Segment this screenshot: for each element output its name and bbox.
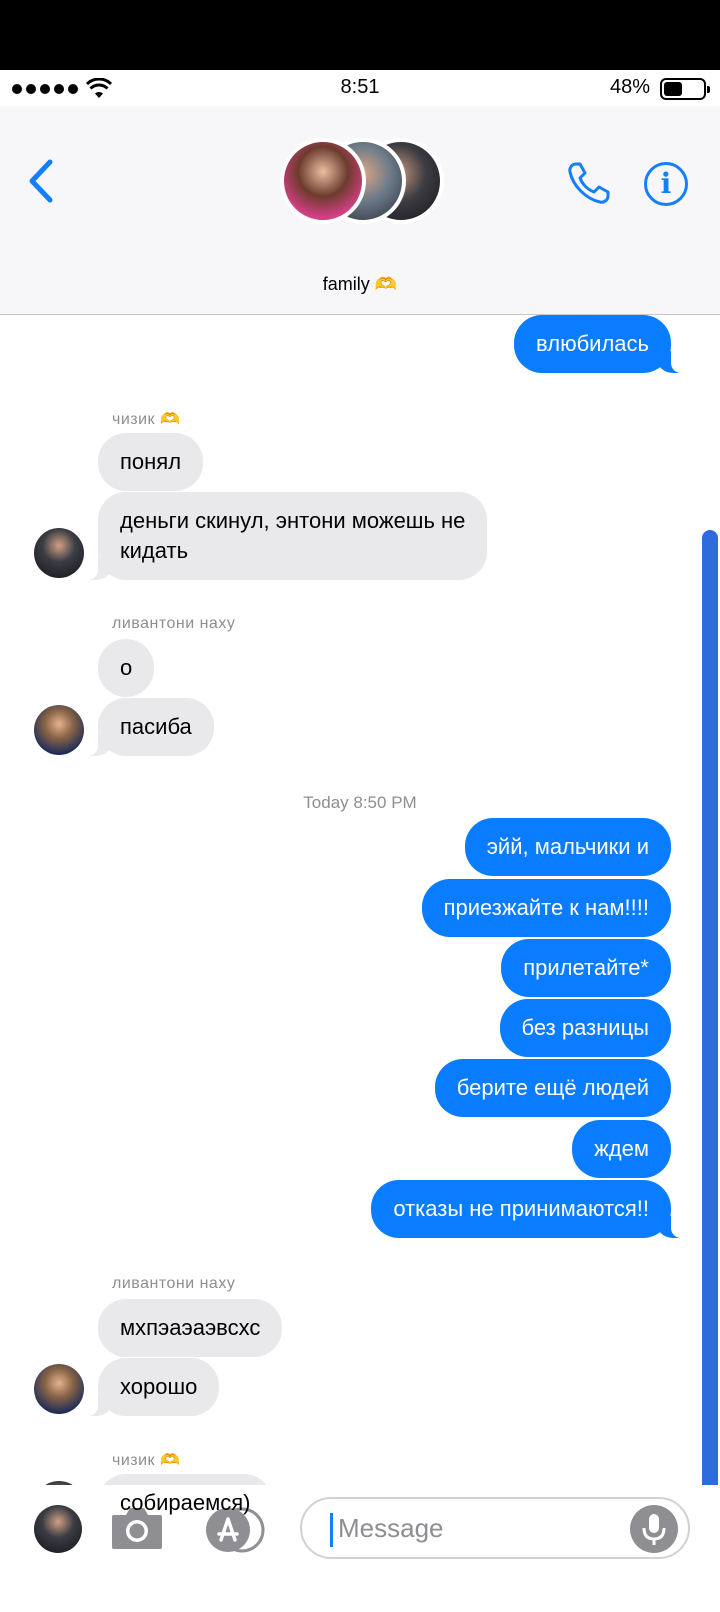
outgoing-message[interactable]: берите ещё людей: [434, 1059, 671, 1117]
outgoing-message[interactable]: без разницы: [499, 999, 671, 1057]
outgoing-message[interactable]: эйй, мальчики и: [464, 818, 671, 876]
messages-screen: 8:51 48% family 🫶 i влюбилась чизик 🫶 по…: [0, 70, 720, 1612]
member-avatar: [280, 138, 366, 224]
incoming-message[interactable]: понял: [98, 433, 204, 491]
timestamp: Today 8:50 PM: [303, 793, 417, 812]
back-chevron-icon[interactable]: [26, 158, 56, 204]
contact-avatar[interactable]: [34, 528, 84, 578]
sender-name: ливантони наху: [112, 615, 236, 632]
incoming-message[interactable]: мхпэаэаэвсхс: [98, 1299, 283, 1357]
incoming-message[interactable]: пасиба: [84, 698, 214, 756]
contact-avatar[interactable]: [34, 705, 84, 755]
sender-name: чизик 🫶: [112, 411, 181, 428]
phone-icon[interactable]: [566, 160, 612, 206]
outgoing-message[interactable]: отказы не принимаются!!: [371, 1180, 685, 1238]
incoming-message[interactable]: хорошо: [83, 1358, 220, 1416]
outgoing-message[interactable]: прилетайте*: [501, 939, 671, 997]
memoji-avatar[interactable]: [34, 1505, 82, 1553]
group-avatars[interactable]: [280, 138, 450, 226]
outgoing-message[interactable]: влюбилась: [514, 315, 685, 373]
message-placeholder: Message: [338, 1513, 444, 1543]
battery-percentage: 48%: [609, 76, 650, 98]
contact-avatar[interactable]: [34, 1364, 84, 1414]
incoming-message[interactable]: деньги скинул, энтони можешь не кидать: [83, 492, 488, 580]
group-name[interactable]: family 🫶: [0, 274, 720, 295]
outgoing-message[interactable]: приезжайте к нам!!!!: [421, 879, 671, 937]
outgoing-message[interactable]: ждем: [572, 1120, 671, 1178]
info-icon[interactable]: i: [644, 162, 688, 206]
incoming-message[interactable]: о: [98, 639, 155, 697]
message-input[interactable]: Message: [300, 1497, 690, 1559]
text-cursor: [330, 1513, 333, 1547]
sender-name: ливантони наху: [112, 1275, 236, 1292]
battery-icon: [660, 78, 710, 100]
sender-name: чизик 🫶: [112, 1452, 181, 1469]
scrollbar[interactable]: [702, 530, 718, 1500]
status-bar: 8:51 48%: [0, 70, 720, 106]
microphone-icon[interactable]: [630, 1505, 678, 1553]
compose-bar: Message: [0, 1485, 720, 1612]
conversation-header: family 🫶 i: [0, 106, 720, 315]
